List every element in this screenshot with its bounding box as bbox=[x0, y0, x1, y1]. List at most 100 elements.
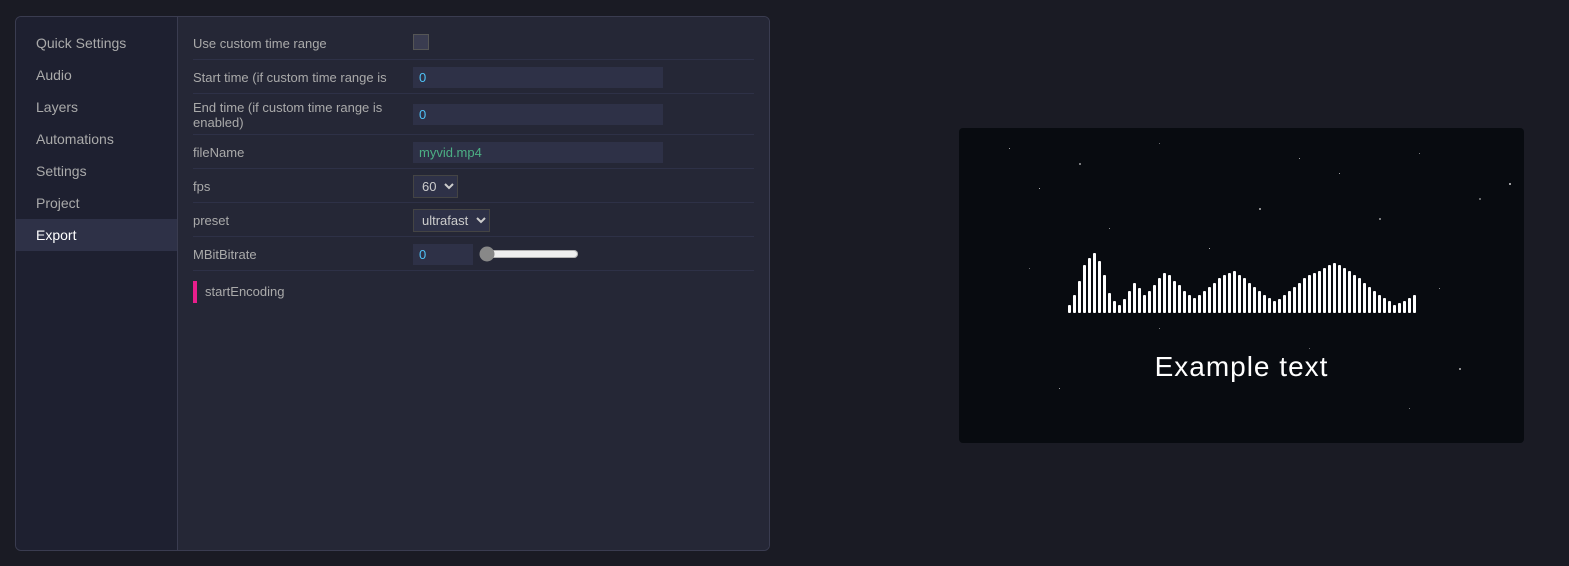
waveform-bar bbox=[1228, 273, 1231, 313]
sidebar: Quick Settings Audio Layers Automations … bbox=[16, 17, 178, 550]
waveform-bar bbox=[1083, 265, 1086, 313]
bitrate-row: MBitBitrate bbox=[193, 243, 754, 271]
preset-label: preset bbox=[193, 213, 413, 228]
end-time-row: End time (if custom time range is enable… bbox=[193, 100, 754, 135]
end-time-label: End time (if custom time range is enable… bbox=[193, 100, 413, 130]
waveform-bar bbox=[1298, 283, 1301, 313]
bitrate-label: MBitBitrate bbox=[193, 247, 413, 262]
waveform-bar bbox=[1333, 263, 1336, 313]
fps-row: fps 60 30 24 bbox=[193, 175, 754, 203]
bitrate-input[interactable] bbox=[413, 244, 473, 265]
waveform-bar bbox=[1378, 295, 1381, 313]
waveform-bar bbox=[1313, 273, 1316, 313]
sidebar-item-export[interactable]: Export bbox=[16, 219, 177, 251]
filename-input[interactable] bbox=[413, 142, 663, 163]
waveform-bar bbox=[1153, 285, 1156, 313]
start-encoding-indicator bbox=[193, 281, 197, 303]
waveform-bar bbox=[1183, 291, 1186, 313]
waveform-bar bbox=[1213, 283, 1216, 313]
waveform-bar bbox=[1108, 293, 1111, 313]
waveform-bar bbox=[1363, 283, 1366, 313]
waveform-bar bbox=[1258, 291, 1261, 313]
sidebar-item-audio[interactable]: Audio bbox=[16, 59, 177, 91]
preview-panel: Example text bbox=[959, 128, 1524, 443]
waveform-bar bbox=[1328, 265, 1331, 313]
waveform-bar bbox=[1143, 295, 1146, 313]
filename-row: fileName bbox=[193, 141, 754, 169]
waveform-bar bbox=[1413, 295, 1416, 313]
example-text: Example text bbox=[1155, 351, 1329, 383]
preset-row: preset ultrafast fast medium slow bbox=[193, 209, 754, 237]
waveform-bar bbox=[1368, 287, 1371, 313]
waveform-bar bbox=[1078, 281, 1081, 313]
waveform-bar bbox=[1323, 268, 1326, 313]
waveform-bar bbox=[1123, 299, 1126, 313]
waveform-bar bbox=[1288, 291, 1291, 313]
waveform-bar bbox=[1193, 298, 1196, 313]
waveform-bar bbox=[1278, 299, 1281, 313]
waveform-bar bbox=[1338, 265, 1341, 313]
sidebar-item-quick-settings[interactable]: Quick Settings bbox=[16, 27, 177, 59]
waveform-bar bbox=[1263, 295, 1266, 313]
start-time-input[interactable] bbox=[413, 67, 663, 88]
start-encoding-label: startEncoding bbox=[205, 284, 285, 299]
waveform-bar bbox=[1343, 268, 1346, 313]
waveform-bar bbox=[1273, 301, 1276, 313]
sidebar-item-automations[interactable]: Automations bbox=[16, 123, 177, 155]
waveform-bar bbox=[1383, 298, 1386, 313]
main-panel: Quick Settings Audio Layers Automations … bbox=[15, 16, 770, 551]
waveform-bar bbox=[1388, 301, 1391, 313]
waveform-bar bbox=[1348, 271, 1351, 313]
waveform-bar bbox=[1223, 275, 1226, 313]
waveform-bar bbox=[1308, 275, 1311, 313]
waveform-bar bbox=[1408, 298, 1411, 313]
waveform-bar bbox=[1358, 278, 1361, 313]
waveform-bar bbox=[1283, 295, 1286, 313]
waveform-bar bbox=[1103, 275, 1106, 313]
waveform-bar bbox=[1293, 287, 1296, 313]
waveform-bar bbox=[1178, 285, 1181, 313]
waveform-bar bbox=[1398, 303, 1401, 313]
end-time-input[interactable] bbox=[413, 104, 663, 125]
waveform-bar bbox=[1318, 271, 1321, 313]
preset-select[interactable]: ultrafast fast medium slow bbox=[413, 209, 490, 232]
waveform-bar bbox=[1203, 291, 1206, 313]
waveform-bar bbox=[1353, 275, 1356, 313]
waveform-bar bbox=[1198, 295, 1201, 313]
waveform-bar bbox=[1148, 291, 1151, 313]
custom-time-range-checkbox[interactable] bbox=[413, 34, 429, 50]
waveform-bar bbox=[1188, 295, 1191, 313]
waveform-bar bbox=[1128, 291, 1131, 313]
fps-select[interactable]: 60 30 24 bbox=[413, 175, 458, 198]
filename-label: fileName bbox=[193, 145, 413, 160]
custom-time-range-label: Use custom time range bbox=[193, 36, 413, 51]
start-encoding-row: startEncoding bbox=[193, 281, 754, 303]
sidebar-item-layers[interactable]: Layers bbox=[16, 91, 177, 123]
bitrate-slider[interactable] bbox=[479, 246, 579, 262]
sidebar-item-project[interactable]: Project bbox=[16, 187, 177, 219]
waveform-bar bbox=[1113, 301, 1116, 313]
waveform-bar bbox=[1088, 258, 1091, 313]
custom-time-range-row: Use custom time range bbox=[193, 32, 754, 60]
waveform-bar bbox=[1233, 271, 1236, 313]
waveform-bar bbox=[1373, 291, 1376, 313]
waveform-bar bbox=[1393, 305, 1396, 313]
sidebar-item-settings[interactable]: Settings bbox=[16, 155, 177, 187]
waveform-bar bbox=[1158, 278, 1161, 313]
waveform-bar bbox=[1208, 287, 1211, 313]
waveform-bar bbox=[1173, 281, 1176, 313]
waveform-visualization bbox=[1068, 233, 1416, 313]
waveform-bar bbox=[1098, 261, 1101, 313]
waveform-bar bbox=[1093, 253, 1096, 313]
start-time-row: Start time (if custom time range is bbox=[193, 66, 754, 94]
fps-label: fps bbox=[193, 179, 413, 194]
waveform-bar bbox=[1118, 305, 1121, 313]
waveform-bar bbox=[1218, 278, 1221, 313]
waveform-bar bbox=[1268, 298, 1271, 313]
waveform-bar bbox=[1138, 288, 1141, 313]
waveform-bar bbox=[1133, 283, 1136, 313]
start-time-label: Start time (if custom time range is bbox=[193, 70, 413, 85]
waveform-bar bbox=[1303, 278, 1306, 313]
waveform-bar bbox=[1238, 275, 1241, 313]
waveform-bar bbox=[1163, 273, 1166, 313]
